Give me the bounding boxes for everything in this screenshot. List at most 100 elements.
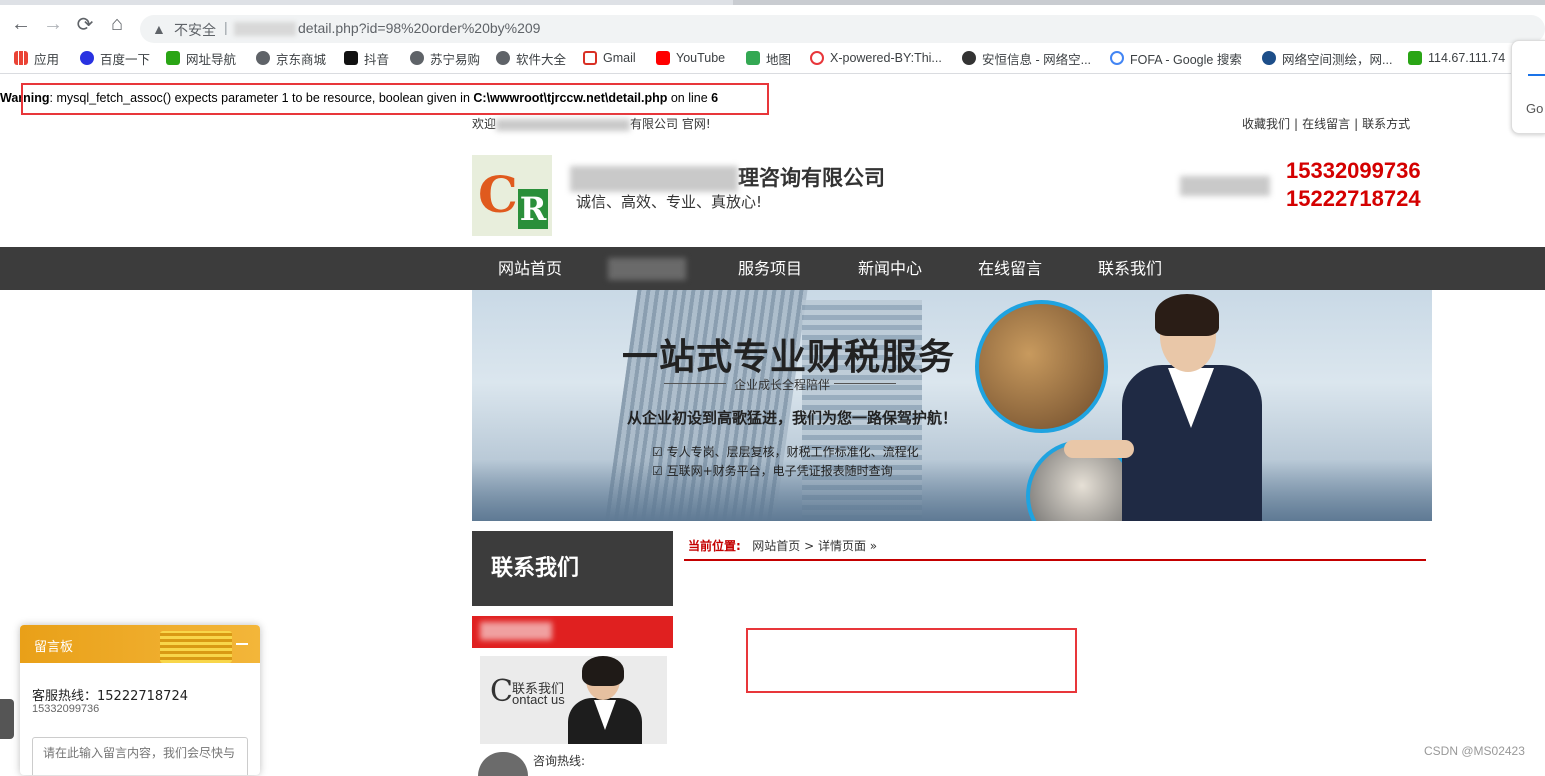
- banner-person-hair: [1155, 294, 1219, 336]
- google-popup[interactable]: Go: [1511, 40, 1545, 134]
- home-nav-icon: [166, 51, 180, 65]
- bookmark-nav[interactable]: 网址导航: [166, 49, 236, 67]
- company-logo[interactable]: C R: [472, 155, 552, 236]
- anheng-icon: [962, 51, 976, 65]
- globe-icon: [256, 51, 270, 65]
- address-bar[interactable]: ▲ 不安全 | detail.php?id=98%20order%20by%20…: [140, 15, 1545, 43]
- link-bookmark-us[interactable]: 收藏我们: [1242, 117, 1290, 131]
- breadcrumb: 当前位置: 网站首页 > 详情页面 »: [688, 537, 877, 554]
- redacted-phone-label: [1180, 176, 1270, 196]
- baidu-icon: [80, 51, 94, 65]
- bookmark-label: 苏宁易购: [430, 52, 481, 67]
- bookmark-label: 应用: [34, 52, 60, 67]
- company-suffix: 理咨询有限公司: [738, 166, 885, 190]
- check-icon: ☑: [652, 464, 667, 478]
- nav-contact[interactable]: 联系我们: [1098, 247, 1162, 290]
- breadcrumb-path[interactable]: 网站首页 > 详情页面 »: [752, 539, 877, 553]
- message-board-widget: 留言板 客服热线：15222718724 15332099736: [20, 625, 260, 775]
- bookmark-xpowered[interactable]: X-powered-BY:Thi...: [810, 49, 942, 67]
- banner-headline: 一站式专业财税服务: [622, 337, 956, 378]
- welcome-text: 欢迎 有限公司 官网!: [472, 115, 711, 132]
- minimize-icon[interactable]: [236, 643, 248, 645]
- redacted-sidebar-item: [480, 622, 552, 640]
- url-path[interactable]: detail.php?id=98%20order%20by%209: [298, 20, 540, 36]
- bookmark-label: X-powered-BY:Thi...: [830, 51, 942, 65]
- popup-text: Go: [1526, 101, 1544, 116]
- breadcrumb-underline: [684, 559, 1426, 561]
- link-online-message[interactable]: 在线留言: [1302, 117, 1350, 131]
- redacted-company-name: [570, 166, 738, 192]
- bookmark-software[interactable]: 软件大全: [496, 49, 566, 67]
- phone-secondary: 15222718724: [1286, 186, 1421, 211]
- nav-home[interactable]: 网站首页: [498, 247, 562, 290]
- banner-subtitle: 企业成长全程陪伴: [734, 378, 831, 392]
- breadcrumb-label: 当前位置:: [688, 539, 741, 553]
- url-separator: |: [224, 19, 228, 35]
- bookmark-suning[interactable]: 苏宁易购: [410, 49, 480, 67]
- warning-triangle-icon[interactable]: ▲: [152, 21, 166, 37]
- banner-office-photo: [975, 300, 1108, 433]
- bookmark-label: 百度一下: [100, 52, 151, 67]
- service-hotline: 客服热线：15222718724: [32, 689, 188, 704]
- bookmark-label: Gmail: [603, 51, 636, 65]
- security-label[interactable]: 不安全: [174, 20, 216, 40]
- message-board-header[interactable]: 留言板: [20, 625, 260, 663]
- bookmark-douyin[interactable]: 抖音: [344, 49, 389, 67]
- bookmark-label: YouTube: [676, 51, 726, 65]
- bookmark-label: 安恒信息 - 网络空...: [982, 52, 1092, 67]
- bookmark-label: 114.67.111.74: [1428, 51, 1506, 65]
- bookmark-apps[interactable]: 应用: [14, 49, 59, 67]
- nav-news[interactable]: 新闻中心: [858, 247, 922, 290]
- hero-banner: 一站式专业财税服务 企业成长全程陪伴 从企业初设到高歌猛进，我们为您一路保驾护航…: [472, 290, 1432, 521]
- back-icon[interactable]: ←: [6, 9, 36, 39]
- reload-icon[interactable]: ⟳: [70, 9, 100, 39]
- side-tab-handle[interactable]: [0, 699, 14, 739]
- nav-services[interactable]: 服务项目: [738, 247, 802, 290]
- nav-message[interactable]: 在线留言: [978, 247, 1042, 290]
- bookmark-ip[interactable]: 114.67.111.74: [1408, 49, 1505, 67]
- apps-grid-icon: [14, 51, 28, 65]
- ip-icon: [1408, 51, 1422, 65]
- redacted-nav-item[interactable]: [608, 258, 686, 280]
- bookmark-cyberspace[interactable]: 网络空间测绘，网...: [1262, 49, 1392, 67]
- sidebar-title: 联系我们: [472, 531, 673, 606]
- phone-icon: [478, 752, 528, 776]
- bookmark-label: 京东商城: [276, 52, 327, 67]
- message-input[interactable]: [32, 737, 248, 775]
- banner-check-item: ☑ 互联网+财务平台，电子凭证报表随时查询: [652, 462, 893, 479]
- youtube-icon: [656, 51, 670, 65]
- link-contact-method[interactable]: 联系方式: [1362, 117, 1410, 131]
- coins-decoration: [160, 631, 232, 663]
- maps-icon: [746, 51, 760, 65]
- bookmark-anheng[interactable]: 安恒信息 - 网络空...: [962, 49, 1091, 67]
- contact-letter-c: C: [490, 674, 513, 709]
- watermark: CSDN @MS02423: [1424, 744, 1525, 758]
- google-icon: [1110, 51, 1124, 65]
- bookmark-fofa[interactable]: FOFA - Google 搜索: [1110, 49, 1242, 67]
- slogan: 诚信、高效、专业、真放心!: [576, 193, 763, 211]
- sidebar-red-bar[interactable]: [472, 616, 673, 648]
- bookmark-gmail[interactable]: Gmail: [583, 49, 636, 67]
- bookmark-youtube[interactable]: YouTube: [656, 49, 725, 67]
- home-icon[interactable]: ⌂: [102, 9, 132, 39]
- check-icon: ☑: [652, 445, 667, 459]
- hotline-label: 咨询热线:: [533, 754, 586, 768]
- gmail-icon: [583, 51, 597, 65]
- bookmark-label: FOFA - Google 搜索: [1130, 52, 1242, 67]
- message-board-title: 留言板: [34, 640, 74, 655]
- check-text: 专人专岗、层层复核，财税工作标准化、流程化: [666, 445, 919, 459]
- banner-divider: [834, 383, 896, 384]
- douyin-icon: [344, 51, 358, 65]
- service-hotline-secondary: 15332099736: [32, 703, 100, 715]
- phone-primary: 15332099736: [1286, 158, 1421, 183]
- globe-icon: [410, 51, 424, 65]
- phone-numbers: 15332099736 15222718724: [1286, 157, 1421, 213]
- company-name: 理咨询有限公司: [570, 162, 885, 192]
- warning-highlight-box: [21, 83, 769, 115]
- forward-icon[interactable]: →: [38, 9, 68, 39]
- bookmark-baidu[interactable]: 百度一下: [80, 49, 150, 67]
- bookmark-jd[interactable]: 京东商城: [256, 49, 326, 67]
- bookmark-maps[interactable]: 地图: [746, 49, 791, 67]
- popup-accent-bar: [1528, 74, 1545, 76]
- bookmark-label: 抖音: [364, 52, 390, 67]
